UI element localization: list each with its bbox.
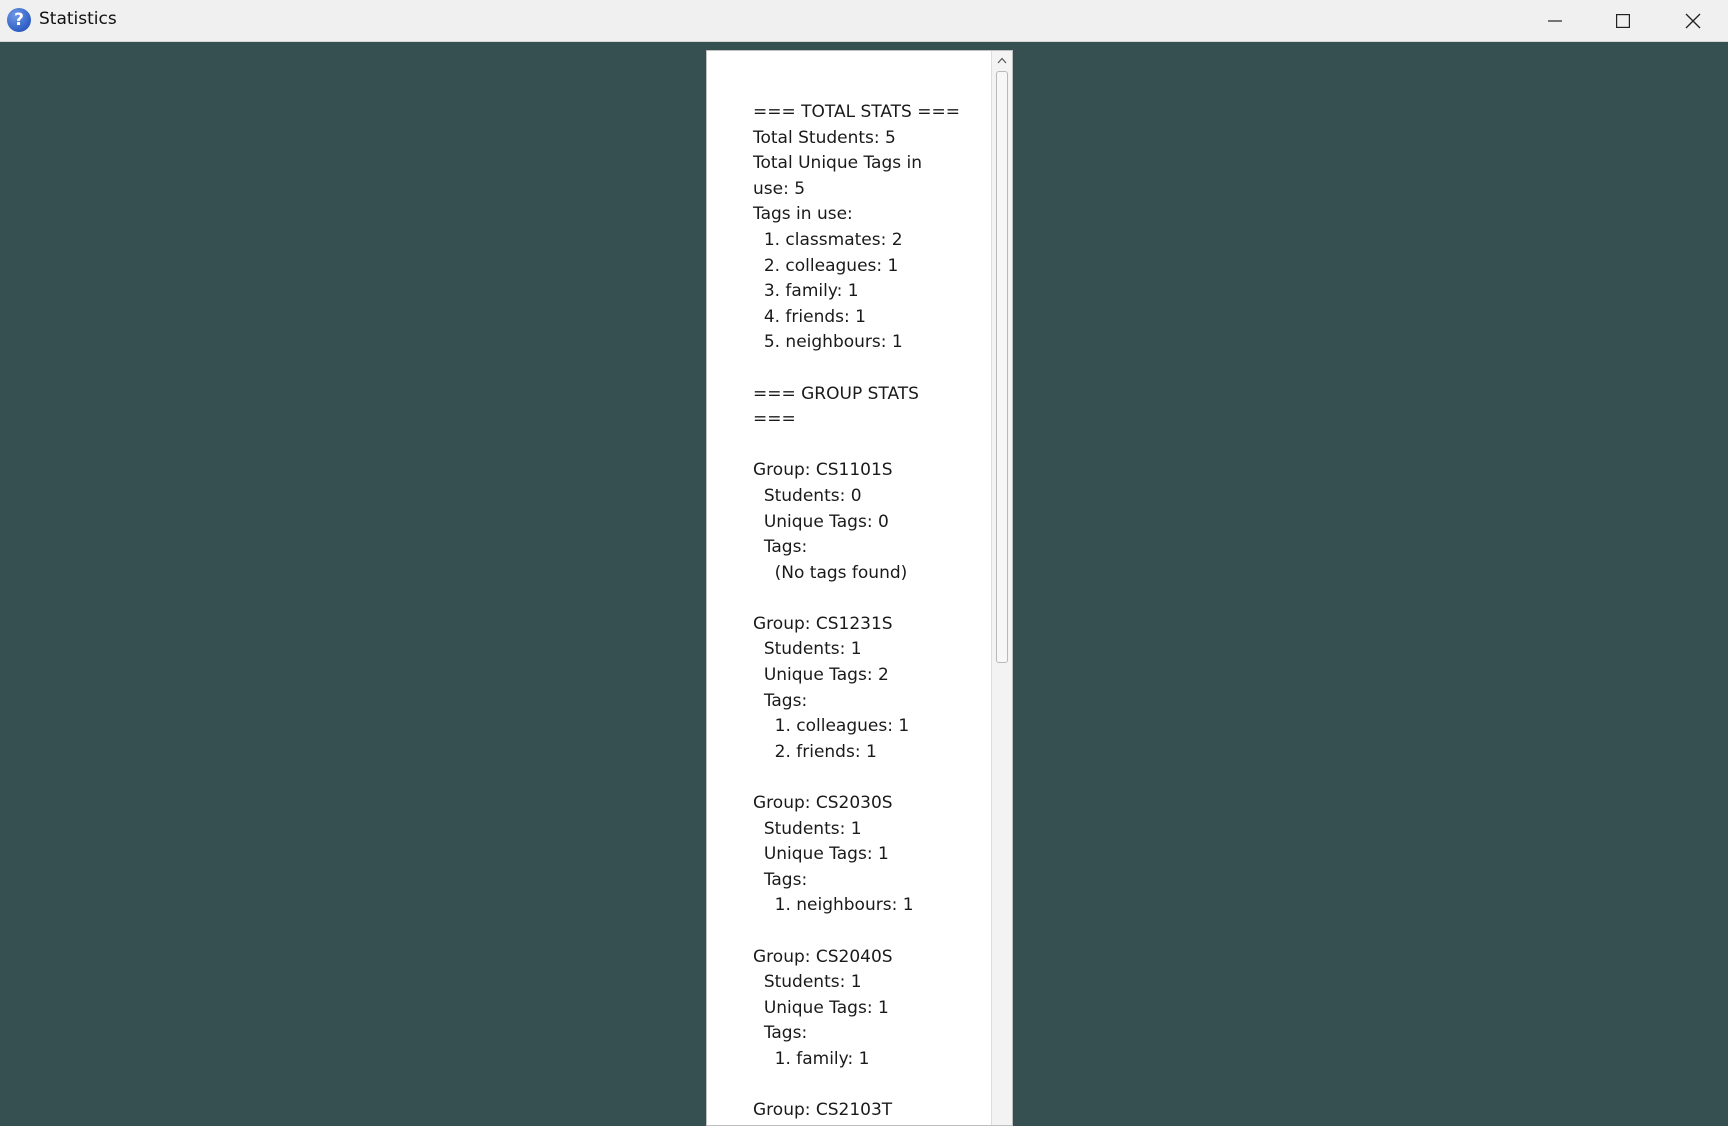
close-button[interactable] — [1658, 0, 1728, 41]
scroll-up-button[interactable] — [992, 53, 1012, 67]
close-icon — [1685, 13, 1701, 28]
statistics-text: === TOTAL STATS === Total Students: 5 To… — [753, 102, 960, 1121]
statistics-panel[interactable]: === TOTAL STATS === Total Students: 5 To… — [706, 50, 1013, 1126]
maximize-button[interactable] — [1588, 0, 1658, 41]
chevron-up-icon — [997, 57, 1007, 63]
minimize-button[interactable] — [1520, 0, 1590, 41]
window-title: Statistics — [39, 9, 117, 29]
title-bar[interactable]: ? Statistics — [0, 0, 1728, 42]
help-question-icon: ? — [7, 8, 31, 32]
maximize-icon — [1616, 13, 1630, 28]
vertical-scrollbar[interactable] — [991, 51, 1012, 1125]
minimize-icon — [1548, 19, 1562, 22]
scrollbar-thumb[interactable] — [996, 71, 1008, 663]
